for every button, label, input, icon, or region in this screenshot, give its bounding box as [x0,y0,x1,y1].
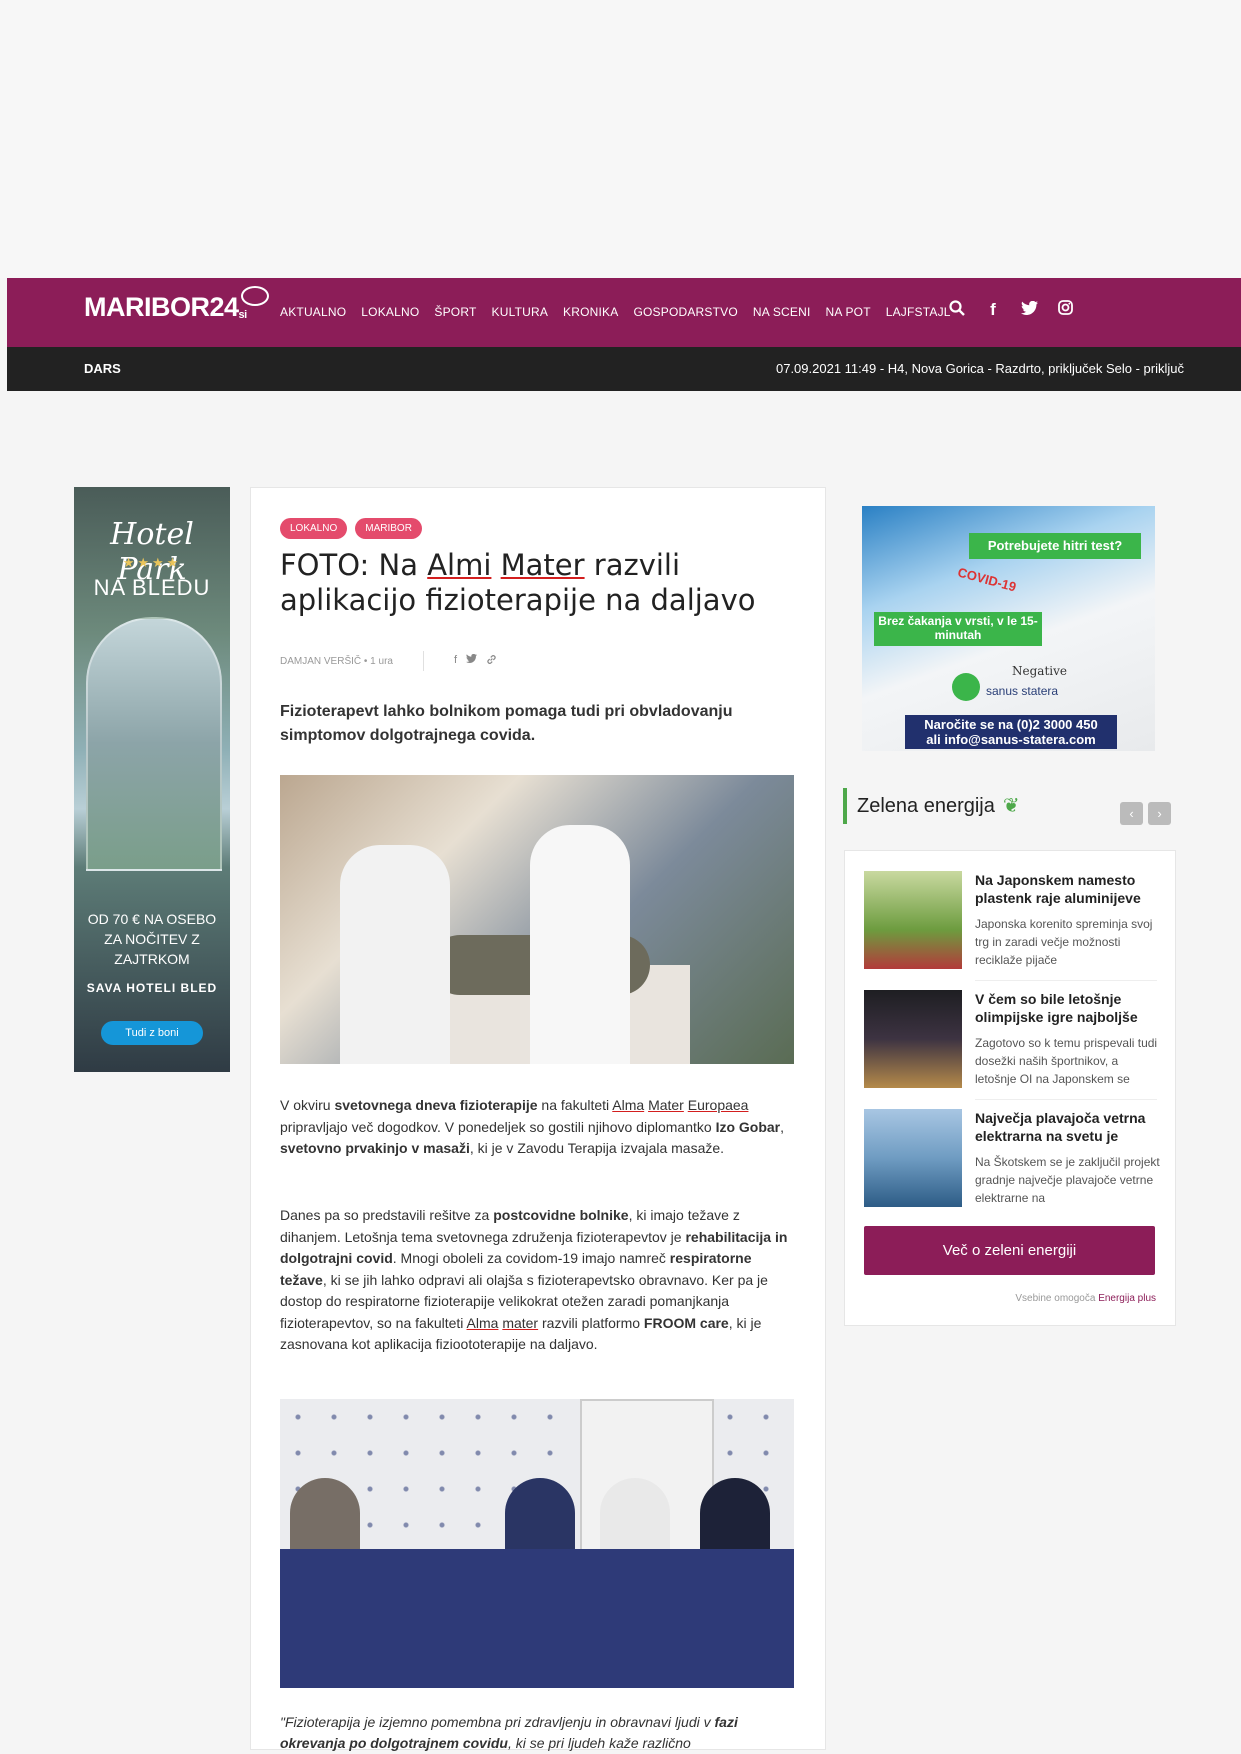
article-paragraph-2: Danes pa so predstavili rešitve za postc… [280,1207,788,1352]
facebook-icon[interactable]: f [983,300,1003,321]
article-photo-press-conference[interactable] [280,1399,794,1688]
facebook-share-icon[interactable]: f [454,654,457,668]
top-ad-space [0,0,1241,278]
energy-item-title[interactable]: Na Japonskem namesto plastenk raje alumi… [975,871,1160,907]
nav-item-kronika[interactable]: KRONIKA [563,305,618,319]
ad-button[interactable]: Tudi z boni [101,1021,203,1045]
photo-therapist-2 [530,825,630,1064]
ad-brand: SAVA HOTELI BLED [86,981,218,995]
ticker-text[interactable]: 07.09.2021 11:49 - H4, Nova Gorica - Raz… [776,361,1184,376]
ticker-label: DARS [84,361,121,376]
sponsor-link[interactable]: Energija plus [1098,1293,1156,1304]
article-author[interactable]: DAMJAN VERŠIČ • 1 ura [280,656,393,667]
site-logo[interactable]: MARIBOR24si [84,286,275,323]
article-title: FOTO: Na Almi Mater razvili aplikacijo f… [280,548,756,617]
carousel-arrows: ‹ › [1120,802,1171,825]
article-lead: Fizioterapevt lahko bolnikom pomaga tudi… [280,703,733,744]
nav-item-na-pot[interactable]: NA POT [826,305,871,319]
instagram-icon[interactable] [1055,300,1075,321]
ad-brand-dot [952,673,980,701]
list-item[interactable]: Največja plavajoča vetrna elektrarna na … [864,1109,1160,1209]
photo-table [280,1549,794,1688]
share-icons: f [454,653,497,668]
ad-brand: sanus statera [986,684,1059,698]
section-heading-zelena-energija: Zelena energija ❦ [843,788,1020,824]
nav-item-na-sceni[interactable]: NA SCENI [753,305,811,319]
sponsor-credit: Vsebine omogoča Energija plus [1015,1293,1156,1304]
ad-location: NA BLEDU [93,575,211,600]
energy-item-desc: Japonska korenito spreminja svoj trg in … [975,917,1153,967]
nav-item-gospodarstvo[interactable]: GOSPODARSTVO [633,305,737,319]
search-icon[interactable] [947,300,967,321]
divider [975,1099,1157,1100]
energy-item-title[interactable]: Največja plavajoča vetrna elektrarna na … [975,1109,1160,1145]
energy-thumb-1 [864,871,962,969]
energy-thumb-3 [864,1109,962,1207]
article-meta: DAMJAN VERŠIČ • 1 ura f [280,651,497,671]
nav-item-lajfstajl[interactable]: LAJFSTAJL [886,305,951,319]
ad-pool-image [86,617,222,871]
article-photo-therapy[interactable] [280,775,794,1064]
ad-stars: ★★★★ [122,555,182,570]
header-icons: f [947,300,1075,321]
twitter-icon[interactable] [1019,300,1039,321]
traffic-ticker: DARS 07.09.2021 11:49 - H4, Nova Gorica … [7,347,1241,391]
tag-lokalno[interactable]: LOKALNO [280,518,348,539]
tag-maribor[interactable]: MARIBOR [355,518,422,539]
article-paragraph-1: V okviru svetovnega dneva fizioterapije … [280,1097,785,1156]
article: LOKALNO MARIBOR FOTO: Na Almi Mater razv… [250,487,826,1751]
ad-contact: Naročite se na (0)2 3000 450 ali info@sa… [905,715,1117,749]
list-item[interactable]: V čem so bile letošnje olimpijske igre n… [864,990,1157,1090]
nav-item-aktualno[interactable]: AKTUALNO [280,305,346,319]
twitter-share-icon[interactable] [466,653,478,668]
photo-therapist-1 [340,845,450,1064]
energy-box: Na Japonskem namesto plastenk raje alumi… [844,850,1176,1326]
ad-headline: Potrebujete hitri test? [969,533,1141,559]
link-share-icon[interactable] [486,654,497,668]
chevron-left-icon[interactable]: ‹ [1120,802,1143,825]
energy-item-desc: Na Škotskem se je zaključil projekt grad… [975,1155,1160,1205]
ad-price: OD 70 € NA OSEBO ZA NOČITEV Z ZAJTRKOM [87,911,217,967]
sanus-statera-ad[interactable]: Potrebujete hitri test? COVID-19 Brez ča… [862,506,1155,751]
meta-divider [422,651,424,671]
leaf-icon: ❦ [1002,795,1020,817]
energy-thumb-2 [864,990,962,1088]
logo-icon [240,286,269,306]
nav-item-sport[interactable]: ŠPORT [434,305,476,319]
ad-negative-label: Negative [1012,664,1067,678]
hotel-park-ad[interactable]: Hotel Park ★★★★ NA BLEDU OD 70 € NA OSEB… [74,487,230,1072]
divider [975,980,1157,981]
energy-item-title[interactable]: V čem so bile letošnje olimpijske igre n… [975,990,1160,1026]
ad-covid-label: COVID-19 [956,564,1018,595]
energy-item-desc: Zagotovo so k temu prispevali tudi dosež… [975,1036,1158,1086]
more-energy-button[interactable]: Več o zeleni energiji [864,1226,1155,1275]
ad-subline: Brez čakanja v vrsti, v le 15-minutah [874,612,1042,646]
list-item[interactable]: Na Japonskem namesto plastenk raje alumi… [864,871,1157,971]
nav-item-lokalno[interactable]: LOKALNO [361,305,419,319]
main-nav: AKTUALNO LOKALNO ŠPORT KULTURA KRONIKA G… [280,305,951,319]
article-tags: LOKALNO MARIBOR [280,518,422,539]
chevron-right-icon[interactable]: › [1148,802,1171,825]
nav-item-kultura[interactable]: KULTURA [492,305,549,319]
site-header: MARIBOR24si AKTUALNO LOKALNO ŠPORT KULTU… [7,278,1241,347]
